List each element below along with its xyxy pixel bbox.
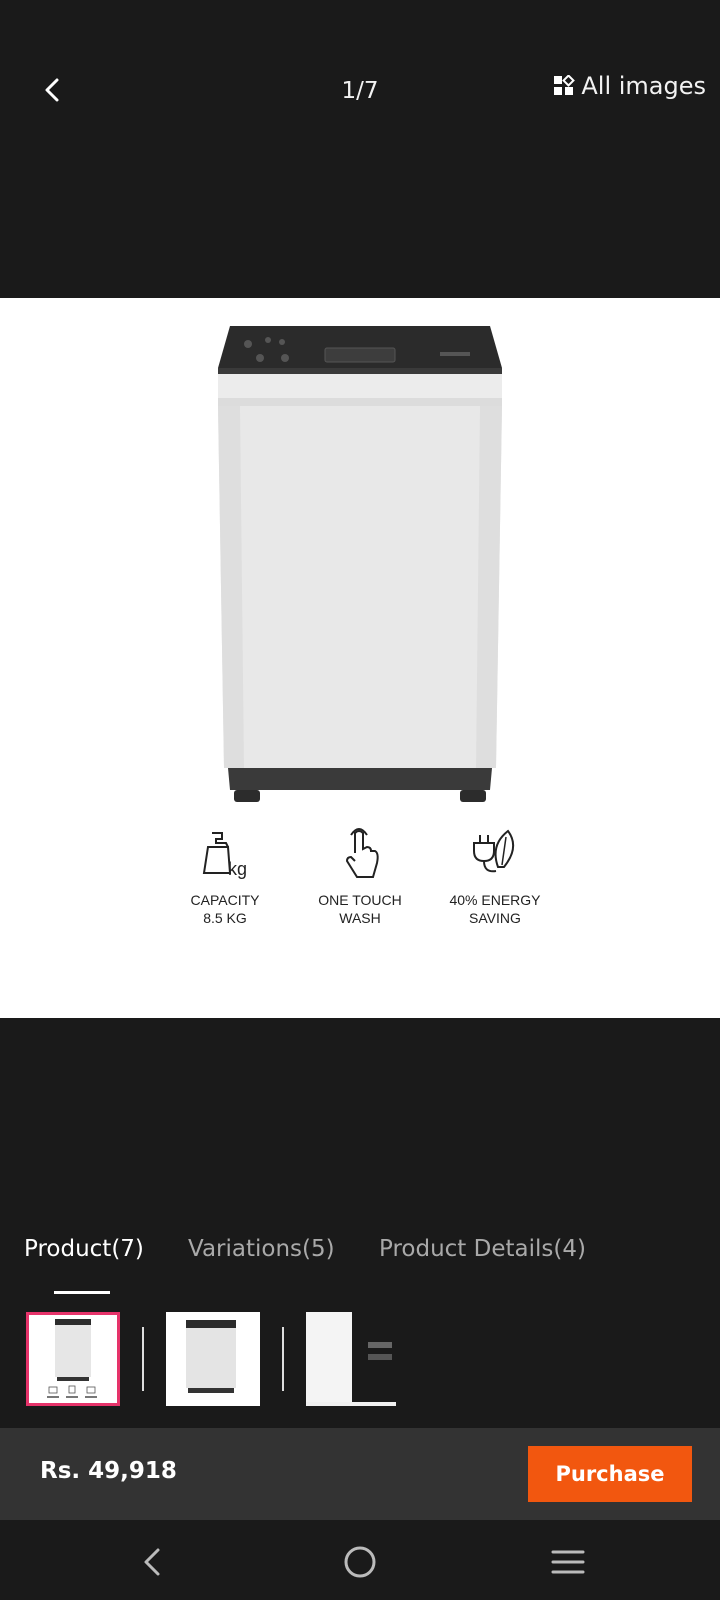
thumbnail-divider xyxy=(142,1327,144,1391)
grid-icon xyxy=(554,75,576,95)
feature-label: CAPACITY 8.5 KG xyxy=(190,892,260,926)
nav-home-button[interactable] xyxy=(338,1540,382,1584)
feature-energy: 40% ENERGY SAVING xyxy=(430,823,560,927)
thumbnail-1[interactable] xyxy=(26,1312,120,1406)
tab-product[interactable]: Product(7) xyxy=(24,1236,144,1262)
tab-product-details[interactable]: Product Details(4) xyxy=(379,1236,586,1262)
thumbnail-2[interactable] xyxy=(166,1312,260,1406)
circle-home-icon xyxy=(344,1546,376,1578)
feature-label: 40% ENERGY SAVING xyxy=(449,892,541,926)
purchase-bar: Rs. 49,918 Purchase xyxy=(0,1428,720,1520)
feature-label: ONE TOUCH WASH xyxy=(318,892,402,926)
weight-kg-icon: kg xyxy=(202,832,247,879)
nav-back-button[interactable] xyxy=(130,1540,174,1584)
feature-list: kg CAPACITY 8.5 KG ONE TOUCH WASH 40% EN… xyxy=(160,823,560,927)
tab-variations[interactable]: Variations(5) xyxy=(188,1236,335,1262)
thumbnail-image xyxy=(186,1320,236,1393)
price-label: Rs. 49,918 xyxy=(40,1458,177,1484)
feature-capacity: kg CAPACITY 8.5 KG xyxy=(160,823,290,927)
system-nav-bar xyxy=(0,1520,720,1600)
active-tab-indicator xyxy=(54,1291,110,1294)
media-tabs: Product(7) Variations(5) Product Details… xyxy=(0,1236,720,1296)
plug-leaf-icon xyxy=(473,829,515,873)
thumbnail-divider xyxy=(282,1327,284,1391)
thumbnail-strip xyxy=(26,1312,396,1406)
nav-menu-button[interactable] xyxy=(546,1540,590,1584)
all-images-label: All images xyxy=(581,72,706,100)
thumbnail-3[interactable] xyxy=(306,1312,396,1406)
thumbnail-image xyxy=(306,1312,396,1402)
purchase-button[interactable]: Purchase xyxy=(528,1446,692,1502)
all-images-button[interactable]: All images xyxy=(553,72,706,100)
product-image[interactable]: kg CAPACITY 8.5 KG ONE TOUCH WASH 40% EN… xyxy=(0,298,720,1018)
washing-machine-image xyxy=(218,326,502,802)
svg-text:kg: kg xyxy=(228,859,247,879)
feature-one-touch: ONE TOUCH WASH xyxy=(295,823,425,927)
menu-icon xyxy=(551,1550,585,1574)
touch-hand-icon xyxy=(345,828,379,878)
top-bar: 1/7 All images xyxy=(0,0,720,298)
thumbnail-image xyxy=(47,1319,97,1398)
chevron-left-icon xyxy=(144,1548,160,1576)
